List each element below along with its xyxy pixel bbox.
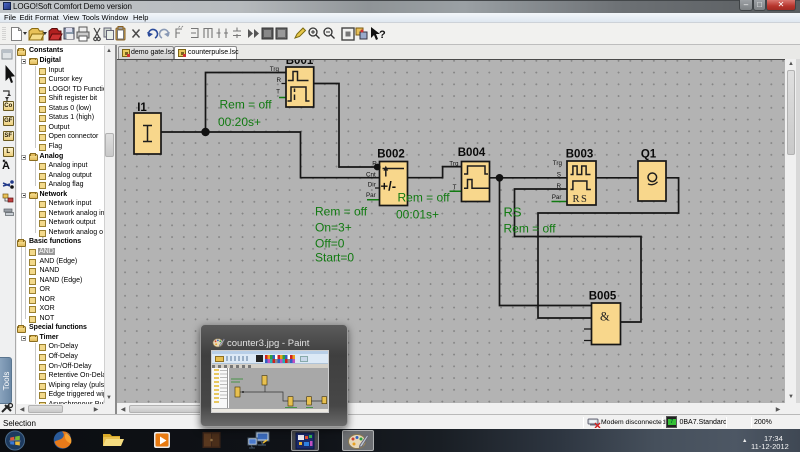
- svg-text:R: R: [372, 161, 377, 168]
- svg-text:T: T: [453, 184, 457, 191]
- svg-text:R: R: [556, 183, 561, 190]
- svg-text:On=3+: On=3+: [315, 221, 352, 235]
- svg-text:B002: B002: [377, 149, 405, 161]
- svg-text:Rem = off: Rem = off: [220, 98, 273, 112]
- svg-text:B001: B001: [286, 60, 314, 67]
- svg-text:Off=0: Off=0: [315, 237, 345, 251]
- svg-text:B005: B005: [589, 291, 617, 303]
- svg-text:&: &: [600, 310, 610, 324]
- svg-text:Trg: Trg: [449, 161, 459, 168]
- svg-text:+/-: +/-: [381, 179, 397, 194]
- svg-text:RS: RS: [573, 194, 589, 205]
- svg-text:Trg: Trg: [553, 160, 563, 167]
- svg-text:Trg: Trg: [270, 66, 280, 73]
- svg-text:Rem = off: Rem = off: [398, 191, 451, 205]
- svg-text:S: S: [557, 172, 561, 179]
- svg-text:Cnt: Cnt: [366, 171, 376, 178]
- svg-text:Rem = off: Rem = off: [504, 222, 557, 236]
- svg-text:00:20s+: 00:20s+: [218, 115, 261, 129]
- svg-text:T: T: [276, 89, 280, 96]
- svg-text:Q1: Q1: [641, 149, 657, 161]
- svg-text:00:01s+: 00:01s+: [396, 208, 439, 222]
- svg-text:?: ?: [379, 29, 386, 41]
- svg-text:B003: B003: [566, 149, 594, 161]
- svg-text:B004: B004: [458, 147, 486, 159]
- svg-text:Par: Par: [552, 194, 562, 201]
- svg-text:RS: RS: [504, 205, 522, 220]
- svg-text:Start=0: Start=0: [315, 251, 354, 265]
- svg-text:I1: I1: [137, 102, 147, 114]
- svg-text:R: R: [276, 77, 281, 84]
- svg-text:Rem = off: Rem = off: [315, 205, 368, 219]
- svg-text:Par: Par: [366, 192, 376, 199]
- svg-text:Dir: Dir: [368, 182, 376, 189]
